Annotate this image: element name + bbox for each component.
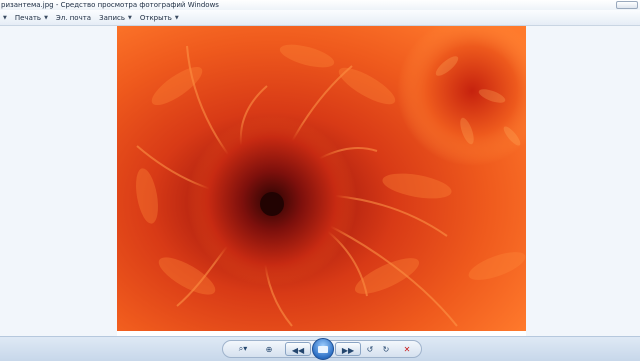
menu-burn[interactable]: Запись ▼ <box>99 14 132 22</box>
title-bar: ризантема.jpg - Средство просмотра фотог… <box>0 0 640 10</box>
zoom-icon[interactable]: ⌕▾ <box>233 343 253 355</box>
menu-open-label: Открыть <box>139 13 172 22</box>
delete-icon[interactable]: ✕ <box>401 343 413 355</box>
chevron-down-icon: ▼ <box>44 14 48 21</box>
menu-email-label: Эл. почта <box>55 13 92 22</box>
menu-burn-label: Запись <box>99 13 125 22</box>
slideshow-icon <box>318 345 328 353</box>
previous-button[interactable]: ◀◀ <box>285 342 311 356</box>
menu-file[interactable]: ▼ <box>0 15 7 21</box>
next-button[interactable]: ▶▶ <box>335 342 361 356</box>
chevron-down-icon: ▼ <box>174 14 179 21</box>
menu-email[interactable]: Эл. почта <box>56 14 91 22</box>
menu-print-label: Печать <box>14 13 42 22</box>
maximize-button[interactable] <box>616 1 638 9</box>
left-background <box>0 26 117 336</box>
image-viewport <box>0 26 640 336</box>
right-background <box>526 26 640 336</box>
slideshow-button[interactable] <box>312 338 334 360</box>
bottom-toolbar: ⌕▾ ⊕ ◀◀ ▶▶ ↺ ↻ ✕ <box>0 336 640 361</box>
chevron-down-icon: ▼ <box>3 14 7 21</box>
rotate-right-icon[interactable]: ↻ <box>381 343 391 355</box>
next-icon: ▶▶ <box>341 345 355 355</box>
menu-bar: ▼ Печать ▼ Эл. почта Запись ▼ Открыть ▼ <box>0 10 640 26</box>
fit-window-icon[interactable]: ⊕ <box>263 343 275 355</box>
rotate-left-icon[interactable]: ↺ <box>365 343 375 355</box>
previous-icon: ◀◀ <box>291 345 305 355</box>
menu-open[interactable]: Открыть ▼ <box>140 14 179 22</box>
photo-image[interactable] <box>117 26 526 331</box>
window-title: ризантема.jpg - Средство просмотра фотог… <box>1 1 219 9</box>
chrysanthemum-image <box>117 26 526 331</box>
chevron-down-icon: ▼ <box>128 14 132 21</box>
navigation-controls: ⌕▾ ⊕ ◀◀ ▶▶ ↺ ↻ ✕ <box>222 338 422 360</box>
menu-print[interactable]: Печать ▼ <box>15 14 48 22</box>
